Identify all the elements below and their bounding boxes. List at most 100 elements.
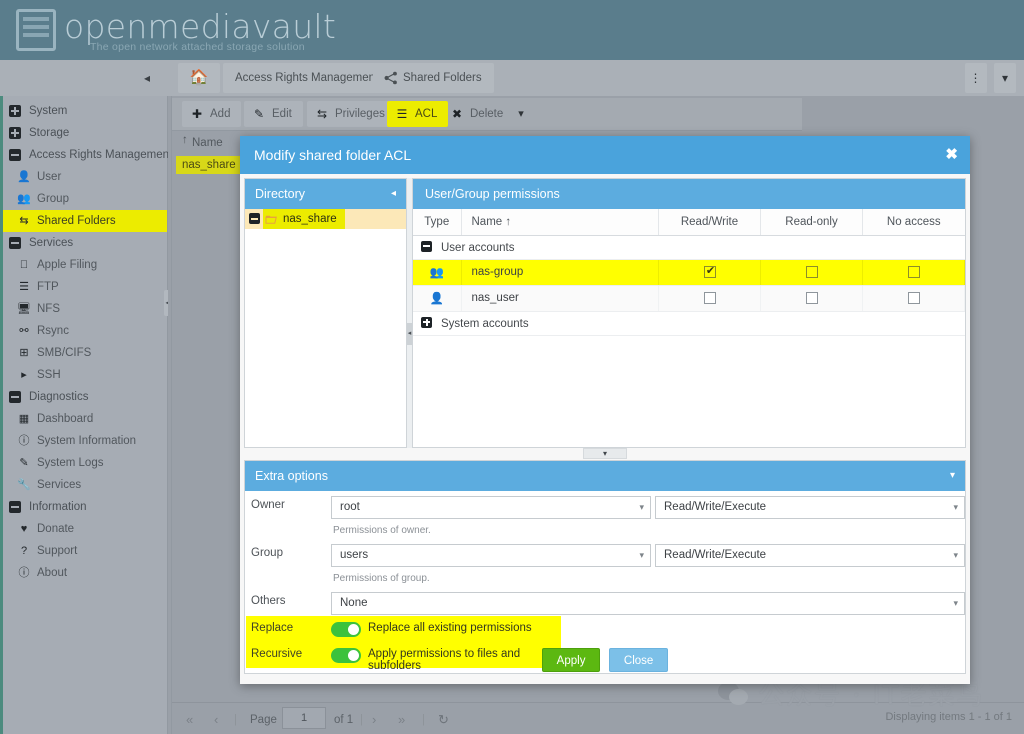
next-page-icon[interactable]: › <box>372 711 376 729</box>
sidebar-item-donate[interactable]: ♥Donate <box>3 518 167 540</box>
sidebar-item-label: Information <box>29 501 87 513</box>
sidebar-item-information[interactable]: Information <box>3 496 167 518</box>
others-permission-select[interactable]: None ▾ <box>331 592 965 615</box>
column-header-read-only[interactable]: Read-only <box>761 209 863 235</box>
times-icon: ✖ <box>450 107 464 121</box>
sidebar-item-storage[interactable]: Storage <box>3 122 167 144</box>
sidebar-item-system-information[interactable]: ⓘSystem Information <box>3 430 167 452</box>
breadcrumb-access-rights-management[interactable]: Access Rights Management <box>223 63 390 93</box>
permissions-group-row[interactable]: User accounts <box>413 235 965 259</box>
table-row[interactable]: 👥nas-group <box>413 259 965 285</box>
minus-square-icon[interactable] <box>421 241 432 252</box>
directory-panel: Directory ◂ nas_share <box>244 178 407 448</box>
sidebar-item-system-logs[interactable]: ✎System Logs <box>3 452 167 474</box>
page-input[interactable]: 1 <box>282 707 326 729</box>
tree-item-label-wrap[interactable]: nas_share <box>263 209 345 229</box>
checkbox-read-only[interactable] <box>806 266 818 278</box>
apply-button[interactable]: Apply <box>542 648 601 672</box>
table-row[interactable]: 👤nas_user <box>413 285 965 311</box>
replace-row: Replace Replace all existing permissions <box>246 616 561 642</box>
triangle-down-icon: ▾ <box>639 497 644 518</box>
cell-read-only[interactable] <box>761 259 863 285</box>
grid-row-nas-share[interactable]: nas_share <box>176 156 242 174</box>
sidebar-item-services[interactable]: 🔧Services <box>3 474 167 496</box>
group-permission-select[interactable]: Read/Write/Execute ▾ <box>655 544 965 567</box>
owner-select[interactable]: root ▾ <box>331 496 651 519</box>
group-select[interactable]: users ▾ <box>331 544 651 567</box>
displaying-items-label: Displaying items 1 - 1 of 1 <box>885 711 1012 723</box>
sidebar-item-label: User <box>37 171 61 183</box>
extra-options-header: Extra options ▾ <box>245 461 965 491</box>
users-icon: 👥 <box>17 192 31 206</box>
last-page-icon[interactable]: » <box>398 711 405 729</box>
sidebar-item-apple-filing[interactable]: Apple Filing <box>3 254 167 276</box>
sidebar-item-ssh[interactable]: ▸SSH <box>3 364 167 386</box>
close-icon[interactable]: ✖ <box>945 136 958 174</box>
replace-toggle[interactable] <box>331 622 361 637</box>
permissions-group-row[interactable]: System accounts <box>413 311 965 335</box>
sidebar-item-access-rights-management[interactable]: Access Rights Management <box>3 144 167 166</box>
column-header-name[interactable]: Name ↑ <box>461 209 659 235</box>
add-button[interactable]: ✚ Add <box>182 101 241 127</box>
sidebar-item-services[interactable]: Services <box>3 232 167 254</box>
dialog-title: Modify shared folder ACL <box>254 147 411 163</box>
body-splitter-grip[interactable]: ▾ <box>583 448 627 459</box>
sidebar-collapse-icon[interactable]: ◂ <box>138 69 156 87</box>
others-permission-value: None <box>340 597 368 609</box>
cell-read-write[interactable] <box>659 285 761 311</box>
prev-page-icon[interactable]: ‹ <box>214 711 218 729</box>
sidebar-item-diagnostics[interactable]: Diagnostics <box>3 386 167 408</box>
cell-no-access[interactable] <box>863 285 965 311</box>
tree-item-nas-share[interactable]: nas_share <box>245 209 406 229</box>
home-icon[interactable]: 🏠 <box>178 63 220 93</box>
close-button[interactable]: Close <box>609 648 668 672</box>
column-header-type[interactable]: Type <box>413 209 461 235</box>
acl-button[interactable]: ☰ ACL <box>387 101 448 127</box>
permissions-group-cell: System accounts <box>413 311 965 335</box>
sidebar-item-about[interactable]: ⓘAbout <box>3 562 167 584</box>
body-splitter[interactable]: ▾ <box>244 448 966 460</box>
acl-button-label: ACL <box>415 108 437 120</box>
collapse-extra-options-icon[interactable]: ▾ <box>950 461 955 491</box>
refresh-icon[interactable]: ↻ <box>438 711 449 729</box>
permissions-group-label: User accounts <box>441 242 515 254</box>
sidebar-item-ftp[interactable]: ☰FTP <box>3 276 167 298</box>
cell-read-write[interactable] <box>659 259 761 285</box>
checkbox-read-write[interactable] <box>704 266 716 278</box>
privileges-button[interactable]: ⇆ Privileges <box>307 101 396 127</box>
vertical-dots-icon[interactable]: ⋮ <box>965 63 987 93</box>
permissions-group-label: System accounts <box>441 318 529 330</box>
tree-expand-toggle[interactable] <box>249 213 260 224</box>
owner-permission-select[interactable]: Read/Write/Execute ▾ <box>655 496 965 519</box>
edit-button[interactable]: ✎ Edit <box>244 101 303 127</box>
toolbar-overflow-icon[interactable]: ▾ <box>510 101 532 127</box>
checkbox-read-write[interactable] <box>704 292 716 304</box>
sidebar-item-system[interactable]: System <box>3 100 167 122</box>
sidebar-item-rsync[interactable]: ⚯Rsync <box>3 320 167 342</box>
grid-header-name: Name ↑ <box>182 134 188 146</box>
sidebar-item-dashboard[interactable]: ▦Dashboard <box>3 408 167 430</box>
cell-no-access[interactable] <box>863 259 965 285</box>
breadcrumb-shared-folders[interactable]: Shared Folders <box>373 63 494 93</box>
sidebar-item-label: Donate <box>37 523 74 535</box>
delete-button[interactable]: ✖ Delete <box>442 101 514 127</box>
info-circle-icon: ⓘ <box>17 434 31 448</box>
plus-square-icon[interactable] <box>421 317 432 328</box>
minus-square-icon <box>9 391 21 403</box>
checkbox-no-access[interactable] <box>908 292 920 304</box>
column-header-read-write[interactable]: Read/Write <box>659 209 761 235</box>
first-page-icon[interactable]: « <box>186 711 193 729</box>
cell-read-only[interactable] <box>761 285 863 311</box>
sidebar-item-support[interactable]: ?Support <box>3 540 167 562</box>
checkbox-read-only[interactable] <box>806 292 818 304</box>
sidebar-item-shared-folders[interactable]: ⇆Shared Folders <box>3 210 167 232</box>
sidebar-item-smb-cifs[interactable]: ⊞SMB/CIFS <box>3 342 167 364</box>
chevron-down-icon[interactable]: ▾ <box>994 63 1016 93</box>
sidebar-item-user[interactable]: 👤User <box>3 166 167 188</box>
collapse-panel-icon[interactable]: ◂ <box>391 179 396 209</box>
column-header-no-access[interactable]: No access <box>863 209 965 235</box>
sidebar-item-group[interactable]: 👥Group <box>3 188 167 210</box>
checkbox-no-access[interactable] <box>908 266 920 278</box>
server-icon: ☰ <box>17 280 31 294</box>
sidebar-item-nfs[interactable]: 🖥NFS <box>3 298 167 320</box>
